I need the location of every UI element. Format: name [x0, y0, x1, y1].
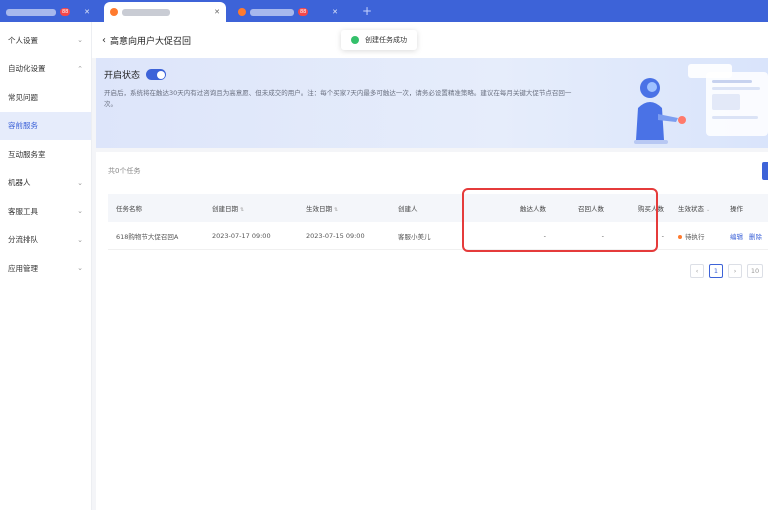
tab-title-blurred [250, 8, 294, 16]
close-icon[interactable]: ✕ [214, 8, 220, 16]
page-header: ‹ 高意向用户大促召回 [92, 22, 768, 58]
sort-icon[interactable]: ⇅ [334, 207, 338, 213]
status-label: 开启状态 [104, 71, 141, 81]
robot-illustration-icon [634, 64, 768, 144]
sidebar: 个人设置 ⌄ 自动化设置 ⌃ 常见问题 容前服务 互动服务室 机器人 ⌄ 客服工具 ⌄ … [0, 22, 92, 510]
app-logo-icon [238, 8, 246, 16]
back-icon[interactable]: ‹ [102, 35, 106, 46]
main-area: ‹ 高意向用户大促召回 创建任务成功 开启状态 开启后，系统将在触达30天内有过… [92, 22, 768, 510]
sidebar-item-interaction[interactable]: 互动服务室 [0, 140, 91, 169]
tab-badge: 88 [60, 8, 71, 16]
chevron-down-icon: ⌄ [77, 264, 83, 273]
sidebar-item-label: 常见问题 [8, 92, 38, 102]
success-icon [351, 36, 359, 44]
task-table: 任务名称 创建日期 ⇅ 生效日期 ⇅ 创建人 触达人数 召回人数 购买人数 生效状态… [108, 194, 768, 250]
table-row: 618购物节大促召回A 2023-07-17 09:00 2023-07-15 … [108, 222, 768, 250]
page-size-select[interactable]: 10 [747, 264, 763, 278]
success-toast: 创建任务成功 [341, 30, 417, 50]
sidebar-item-label: 客服工具 [8, 206, 38, 216]
tab-3[interactable]: 88 ✕ [232, 2, 344, 22]
cell-name: 618购物节大促召回A [116, 232, 179, 241]
delete-link[interactable]: 删除 [749, 233, 762, 241]
app-logo-icon [110, 8, 118, 16]
cell-effective: 2023-07-15 09:00 [306, 231, 365, 240]
col-header-effective[interactable]: 生效日期 ⇅ [298, 203, 390, 213]
col-header-created[interactable]: 创建日期 ⇅ [204, 203, 298, 213]
close-icon[interactable]: ✕ [332, 8, 338, 16]
task-count: 共0个任务 [108, 167, 141, 175]
chevron-down-icon: ⌄ [77, 207, 83, 216]
create-task-button[interactable] [762, 162, 768, 180]
cell-ops: 编辑 删除 [722, 231, 768, 241]
cell-creator: 客服小美儿 [398, 232, 431, 241]
sidebar-item-queue[interactable]: 分流排队 ⌄ [0, 226, 91, 255]
sidebar-item-label: 机器人 [8, 178, 31, 188]
sidebar-item-faq[interactable]: 常见问题 [0, 83, 91, 112]
tab-1[interactable]: 88 ✕ [0, 2, 96, 22]
col-header-label: 生效状态 [678, 205, 704, 213]
status-dot-icon [678, 234, 682, 239]
col-header-status[interactable]: 生效状态 ⌄ [670, 203, 722, 213]
page-button[interactable]: 1 [709, 264, 723, 278]
chevron-down-icon: ⌄ [77, 235, 83, 244]
cell-created: 2023-07-17 09:00 [212, 231, 271, 240]
chevron-down-icon: ⌄ [77, 178, 83, 187]
highlight-annotation-box [462, 188, 658, 252]
pagination: ‹ 1 › 10 [690, 264, 763, 278]
col-header-creator: 创建人 [398, 205, 418, 213]
banner-description: 开启后，系统将在触达30天内有过咨询且为高意愿、但未成交的用户。注：每个买家7天… [104, 89, 572, 108]
new-tab-icon[interactable]: + [362, 2, 372, 20]
sidebar-item-label: 个人设置 [8, 35, 38, 45]
status-banner: 开启状态 开启后，系统将在触达30天内有过咨询且为高意愿、但未成交的用户。注：每… [96, 58, 768, 148]
sidebar-item-label: 互动服务室 [8, 149, 46, 159]
sidebar-item-tools[interactable]: 客服工具 ⌄ [0, 197, 91, 226]
tab-title-blurred [122, 8, 170, 16]
sidebar-item-apps[interactable]: 应用管理 ⌄ [0, 254, 91, 283]
tab-badge: 88 [298, 8, 309, 16]
col-header-label: 生效日期 [306, 205, 332, 213]
prev-page-button[interactable]: ‹ [690, 264, 704, 278]
col-header-ops: 操作 [730, 205, 743, 213]
sidebar-item-pre-service[interactable]: 容前服务 [0, 111, 91, 140]
status-row: 开启状态 [104, 68, 167, 81]
sidebar-item-label: 应用管理 [8, 263, 38, 273]
sidebar-item-automation[interactable]: 自动化设置 ⌃ [0, 55, 91, 84]
col-header-label: 创建日期 [212, 205, 238, 213]
toast-text: 创建任务成功 [365, 36, 407, 44]
tab-2-active[interactable]: ✕ [104, 2, 226, 22]
table-header: 任务名称 创建日期 ⇅ 生效日期 ⇅ 创建人 触达人数 召回人数 购买人数 生效状态… [108, 194, 768, 222]
sidebar-item-robot[interactable]: 机器人 ⌄ [0, 169, 91, 198]
status-toggle[interactable] [146, 69, 167, 80]
chevron-up-icon: ⌃ [77, 64, 83, 73]
edit-link[interactable]: 编辑 [730, 233, 743, 241]
sidebar-item-label: 容前服务 [8, 121, 38, 131]
task-list-panel: 共0个任务 任务名称 创建日期 ⇅ 生效日期 ⇅ 创建人 触达人数 召回人数 购买人… [96, 152, 768, 510]
chevron-down-icon: ⌄ [77, 36, 83, 45]
status-text: 待执行 [685, 232, 705, 241]
col-header-name: 任务名称 [116, 205, 142, 213]
sort-icon[interactable]: ⇅ [240, 207, 244, 213]
sidebar-item-label: 分流排队 [8, 235, 38, 245]
sidebar-item-personal-settings[interactable]: 个人设置 ⌄ [0, 26, 91, 55]
tab-title-blurred [6, 8, 56, 16]
page-title: 高意向用户大促召回 [110, 36, 192, 47]
close-icon[interactable]: ✕ [84, 8, 90, 16]
browser-tab-bar: 88 ✕ ✕ 88 ✕ + [0, 0, 768, 22]
next-page-button[interactable]: › [728, 264, 742, 278]
cell-status: 待执行 [670, 231, 722, 241]
filter-icon[interactable]: ⌄ [706, 207, 710, 213]
sidebar-item-label: 自动化设置 [8, 64, 46, 74]
